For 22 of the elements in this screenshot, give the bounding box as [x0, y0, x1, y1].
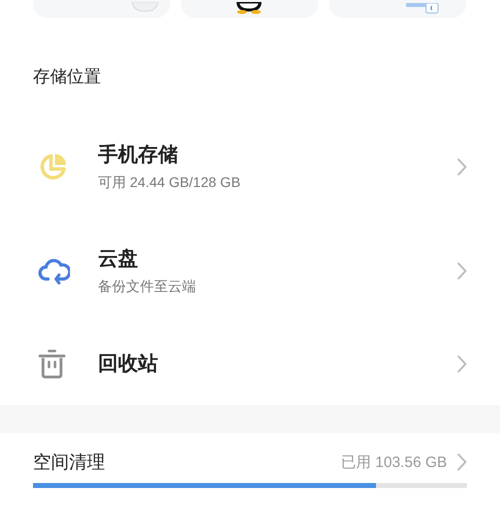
storage-item[interactable]: 手机存储 可用 24.44 GB/128 GB [0, 115, 500, 219]
item-title: 云盘 [98, 249, 139, 269]
trash-icon [38, 349, 66, 379]
storage-item[interactable]: 回收站 [0, 323, 500, 405]
cloud-icon [130, 2, 160, 12]
item-title: 回收站 [98, 354, 159, 374]
chevron-right-icon [457, 355, 467, 373]
cleanup-title: 空间清理 [33, 453, 106, 471]
used-storage-text: 已用 103.56 GB [341, 454, 447, 470]
chevron-right-icon [457, 453, 467, 471]
storage-item[interactable]: 云盘 备份文件至云端 [0, 219, 500, 323]
document-icon [406, 3, 440, 15]
item-title: 手机存储 [98, 145, 179, 165]
item-subtitle: 可用 24.44 GB/128 GB [98, 175, 242, 189]
mascot-icon [234, 2, 264, 14]
cloud-sync-icon [38, 257, 70, 285]
item-subtitle: 备份文件至云端 [98, 279, 197, 293]
chevron-right-icon [457, 158, 467, 176]
pie-chart-icon [38, 152, 68, 182]
chevron-right-icon [457, 262, 467, 280]
cleanup-row[interactable]: 空间清理 已用 103.56 GB [0, 433, 500, 488]
section-title: 存储位置 [33, 68, 102, 85]
